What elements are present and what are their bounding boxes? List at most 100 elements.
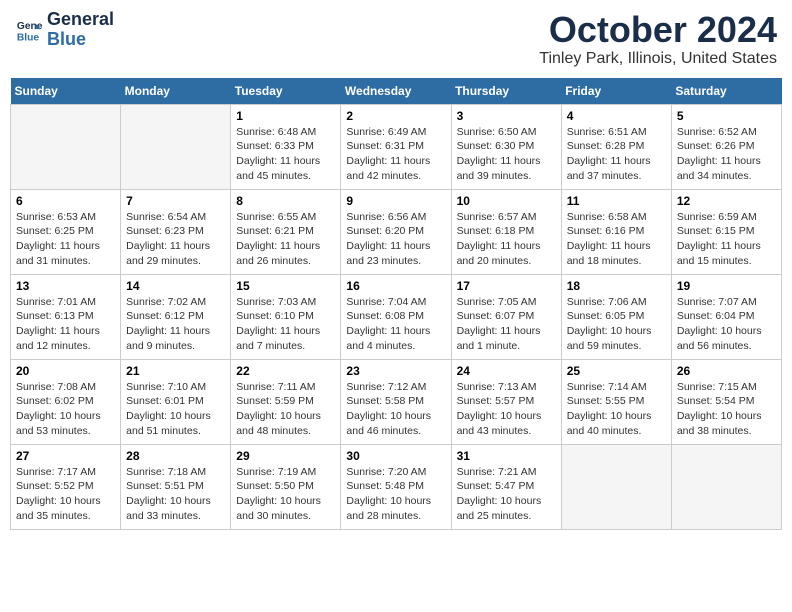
logo-icon: General Blue bbox=[15, 16, 43, 44]
page-header: General Blue General Blue October 2024 T… bbox=[10, 10, 782, 68]
day-info: Sunrise: 6:58 AMSunset: 6:16 PMDaylight:… bbox=[567, 210, 666, 269]
day-info: Sunrise: 7:14 AMSunset: 5:55 PMDaylight:… bbox=[567, 380, 666, 439]
weekday-header: Wednesday bbox=[341, 78, 451, 105]
day-number: 4 bbox=[567, 109, 666, 123]
day-info: Sunrise: 6:57 AMSunset: 6:18 PMDaylight:… bbox=[457, 210, 556, 269]
calendar-day-cell: 16 Sunrise: 7:04 AMSunset: 6:08 PMDaylig… bbox=[341, 274, 451, 359]
calendar-day-cell bbox=[561, 444, 671, 529]
day-info: Sunrise: 7:08 AMSunset: 6:02 PMDaylight:… bbox=[16, 380, 115, 439]
day-info: Sunrise: 6:50 AMSunset: 6:30 PMDaylight:… bbox=[457, 125, 556, 184]
day-number: 1 bbox=[236, 109, 335, 123]
day-number: 16 bbox=[346, 279, 445, 293]
day-info: Sunrise: 7:01 AMSunset: 6:13 PMDaylight:… bbox=[16, 295, 115, 354]
day-number: 28 bbox=[126, 449, 225, 463]
calendar-day-cell: 19 Sunrise: 7:07 AMSunset: 6:04 PMDaylig… bbox=[671, 274, 781, 359]
day-number: 26 bbox=[677, 364, 776, 378]
day-number: 27 bbox=[16, 449, 115, 463]
calendar-day-cell: 30 Sunrise: 7:20 AMSunset: 5:48 PMDaylig… bbox=[341, 444, 451, 529]
day-info: Sunrise: 6:51 AMSunset: 6:28 PMDaylight:… bbox=[567, 125, 666, 184]
calendar-table: SundayMondayTuesdayWednesdayThursdayFrid… bbox=[10, 78, 782, 530]
day-info: Sunrise: 7:20 AMSunset: 5:48 PMDaylight:… bbox=[346, 465, 445, 524]
day-info: Sunrise: 6:54 AMSunset: 6:23 PMDaylight:… bbox=[126, 210, 225, 269]
day-info: Sunrise: 7:05 AMSunset: 6:07 PMDaylight:… bbox=[457, 295, 556, 354]
calendar-day-cell: 10 Sunrise: 6:57 AMSunset: 6:18 PMDaylig… bbox=[451, 189, 561, 274]
calendar-day-cell: 31 Sunrise: 7:21 AMSunset: 5:47 PMDaylig… bbox=[451, 444, 561, 529]
day-info: Sunrise: 7:03 AMSunset: 6:10 PMDaylight:… bbox=[236, 295, 335, 354]
calendar-day-cell: 15 Sunrise: 7:03 AMSunset: 6:10 PMDaylig… bbox=[231, 274, 341, 359]
calendar-day-cell: 1 Sunrise: 6:48 AMSunset: 6:33 PMDayligh… bbox=[231, 104, 341, 189]
calendar-day-cell: 26 Sunrise: 7:15 AMSunset: 5:54 PMDaylig… bbox=[671, 359, 781, 444]
calendar-day-cell: 9 Sunrise: 6:56 AMSunset: 6:20 PMDayligh… bbox=[341, 189, 451, 274]
day-number: 29 bbox=[236, 449, 335, 463]
day-info: Sunrise: 6:49 AMSunset: 6:31 PMDaylight:… bbox=[346, 125, 445, 184]
svg-text:Blue: Blue bbox=[17, 32, 40, 43]
day-info: Sunrise: 7:21 AMSunset: 5:47 PMDaylight:… bbox=[457, 465, 556, 524]
day-number: 13 bbox=[16, 279, 115, 293]
weekday-header-row: SundayMondayTuesdayWednesdayThursdayFrid… bbox=[11, 78, 782, 105]
day-number: 12 bbox=[677, 194, 776, 208]
svg-text:General: General bbox=[17, 21, 43, 32]
calendar-day-cell: 28 Sunrise: 7:18 AMSunset: 5:51 PMDaylig… bbox=[121, 444, 231, 529]
day-number: 10 bbox=[457, 194, 556, 208]
calendar-day-cell: 25 Sunrise: 7:14 AMSunset: 5:55 PMDaylig… bbox=[561, 359, 671, 444]
calendar-day-cell: 13 Sunrise: 7:01 AMSunset: 6:13 PMDaylig… bbox=[11, 274, 121, 359]
day-number: 6 bbox=[16, 194, 115, 208]
day-info: Sunrise: 7:15 AMSunset: 5:54 PMDaylight:… bbox=[677, 380, 776, 439]
calendar-day-cell: 21 Sunrise: 7:10 AMSunset: 6:01 PMDaylig… bbox=[121, 359, 231, 444]
calendar-day-cell: 27 Sunrise: 7:17 AMSunset: 5:52 PMDaylig… bbox=[11, 444, 121, 529]
day-info: Sunrise: 7:10 AMSunset: 6:01 PMDaylight:… bbox=[126, 380, 225, 439]
location: Tinley Park, Illinois, United States bbox=[539, 50, 777, 68]
day-number: 2 bbox=[346, 109, 445, 123]
day-info: Sunrise: 6:59 AMSunset: 6:15 PMDaylight:… bbox=[677, 210, 776, 269]
calendar-day-cell: 3 Sunrise: 6:50 AMSunset: 6:30 PMDayligh… bbox=[451, 104, 561, 189]
logo: General Blue General Blue bbox=[15, 10, 114, 50]
day-number: 8 bbox=[236, 194, 335, 208]
day-number: 21 bbox=[126, 364, 225, 378]
day-number: 5 bbox=[677, 109, 776, 123]
day-info: Sunrise: 6:52 AMSunset: 6:26 PMDaylight:… bbox=[677, 125, 776, 184]
calendar-day-cell: 17 Sunrise: 7:05 AMSunset: 6:07 PMDaylig… bbox=[451, 274, 561, 359]
title-block: October 2024 Tinley Park, Illinois, Unit… bbox=[539, 10, 777, 68]
weekday-header: Thursday bbox=[451, 78, 561, 105]
day-number: 20 bbox=[16, 364, 115, 378]
day-number: 17 bbox=[457, 279, 556, 293]
calendar-day-cell: 18 Sunrise: 7:06 AMSunset: 6:05 PMDaylig… bbox=[561, 274, 671, 359]
day-number: 19 bbox=[677, 279, 776, 293]
weekday-header: Sunday bbox=[11, 78, 121, 105]
calendar-day-cell: 12 Sunrise: 6:59 AMSunset: 6:15 PMDaylig… bbox=[671, 189, 781, 274]
calendar-day-cell: 23 Sunrise: 7:12 AMSunset: 5:58 PMDaylig… bbox=[341, 359, 451, 444]
weekday-header: Saturday bbox=[671, 78, 781, 105]
day-info: Sunrise: 6:55 AMSunset: 6:21 PMDaylight:… bbox=[236, 210, 335, 269]
day-number: 15 bbox=[236, 279, 335, 293]
day-number: 7 bbox=[126, 194, 225, 208]
day-info: Sunrise: 6:56 AMSunset: 6:20 PMDaylight:… bbox=[346, 210, 445, 269]
day-number: 14 bbox=[126, 279, 225, 293]
weekday-header: Monday bbox=[121, 78, 231, 105]
calendar-day-cell: 29 Sunrise: 7:19 AMSunset: 5:50 PMDaylig… bbox=[231, 444, 341, 529]
day-number: 11 bbox=[567, 194, 666, 208]
day-number: 24 bbox=[457, 364, 556, 378]
day-info: Sunrise: 7:04 AMSunset: 6:08 PMDaylight:… bbox=[346, 295, 445, 354]
calendar-day-cell: 14 Sunrise: 7:02 AMSunset: 6:12 PMDaylig… bbox=[121, 274, 231, 359]
day-info: Sunrise: 7:07 AMSunset: 6:04 PMDaylight:… bbox=[677, 295, 776, 354]
calendar-week-row: 20 Sunrise: 7:08 AMSunset: 6:02 PMDaylig… bbox=[11, 359, 782, 444]
calendar-day-cell: 7 Sunrise: 6:54 AMSunset: 6:23 PMDayligh… bbox=[121, 189, 231, 274]
calendar-day-cell bbox=[11, 104, 121, 189]
day-info: Sunrise: 7:13 AMSunset: 5:57 PMDaylight:… bbox=[457, 380, 556, 439]
day-info: Sunrise: 6:48 AMSunset: 6:33 PMDaylight:… bbox=[236, 125, 335, 184]
day-info: Sunrise: 7:02 AMSunset: 6:12 PMDaylight:… bbox=[126, 295, 225, 354]
day-info: Sunrise: 7:12 AMSunset: 5:58 PMDaylight:… bbox=[346, 380, 445, 439]
weekday-header: Tuesday bbox=[231, 78, 341, 105]
day-number: 23 bbox=[346, 364, 445, 378]
day-info: Sunrise: 7:11 AMSunset: 5:59 PMDaylight:… bbox=[236, 380, 335, 439]
day-number: 31 bbox=[457, 449, 556, 463]
calendar-day-cell: 20 Sunrise: 7:08 AMSunset: 6:02 PMDaylig… bbox=[11, 359, 121, 444]
calendar-day-cell: 4 Sunrise: 6:51 AMSunset: 6:28 PMDayligh… bbox=[561, 104, 671, 189]
day-info: Sunrise: 6:53 AMSunset: 6:25 PMDaylight:… bbox=[16, 210, 115, 269]
logo-text: General Blue bbox=[47, 10, 114, 50]
day-number: 25 bbox=[567, 364, 666, 378]
calendar-day-cell: 8 Sunrise: 6:55 AMSunset: 6:21 PMDayligh… bbox=[231, 189, 341, 274]
day-number: 3 bbox=[457, 109, 556, 123]
day-number: 22 bbox=[236, 364, 335, 378]
calendar-week-row: 27 Sunrise: 7:17 AMSunset: 5:52 PMDaylig… bbox=[11, 444, 782, 529]
